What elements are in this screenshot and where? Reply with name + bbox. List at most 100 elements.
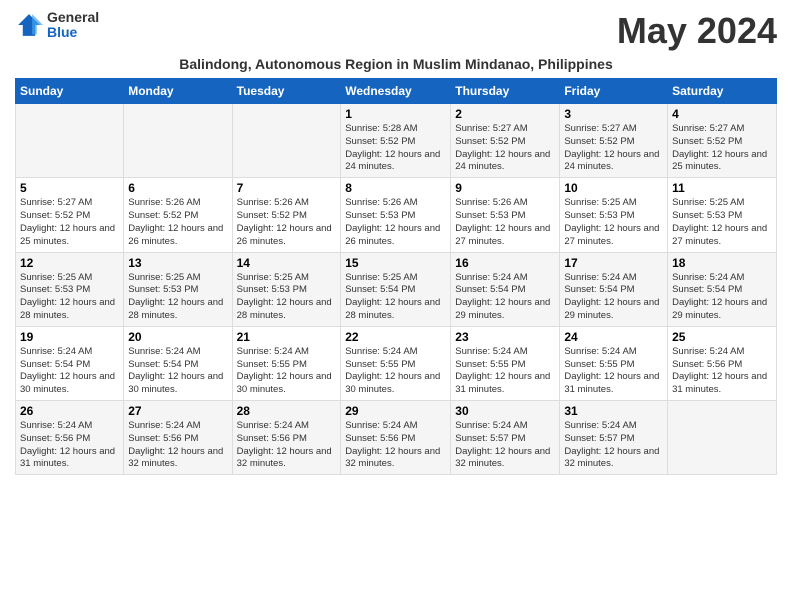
calendar-week-1: 1Sunrise: 5:28 AM Sunset: 5:52 PM Daylig…	[16, 104, 777, 178]
day-info: Sunrise: 5:26 AM Sunset: 5:52 PM Dayligh…	[237, 197, 337, 248]
calendar-week-3: 12 Sunrise: 5:25 AM Sunset: 5:53 PM Dayli…	[16, 252, 777, 326]
day-info: Sunrise: 5:24 AM Sunset: 5:55 PM Dayligh…	[237, 346, 337, 397]
calendar-cell: 28 Sunrise: 5:24 AM Sunset: 5:56 PM Dayli…	[232, 401, 341, 475]
day-number: 1	[345, 107, 446, 121]
calendar-cell	[16, 104, 124, 178]
day-number: 16	[455, 256, 555, 270]
day-info: Sunrise: 5:26 AM Sunset: 5:53 PM Dayligh…	[345, 197, 446, 248]
day-number: 22	[345, 330, 446, 344]
header-friday: Friday	[560, 79, 668, 104]
day-number: 11	[672, 181, 772, 195]
day-info: Sunrise: 5:26 AM Sunset: 5:53 PM Dayligh…	[455, 197, 555, 248]
calendar-cell: 31Sunrise: 5:24 AM Sunset: 5:57 PM Dayli…	[560, 401, 668, 475]
day-number: 2	[455, 107, 555, 121]
page: General Blue May 2024 Balindong, Autonom…	[0, 0, 792, 485]
header-tuesday: Tuesday	[232, 79, 341, 104]
calendar-cell	[124, 104, 232, 178]
calendar-cell: 23 Sunrise: 5:24 AM Sunset: 5:55 PM Dayli…	[451, 326, 560, 400]
header-sunday: Sunday	[16, 79, 124, 104]
day-info: Sunrise: 5:24 AM Sunset: 5:56 PM Dayligh…	[672, 346, 772, 397]
header-row: Sunday Monday Tuesday Wednesday Thursday…	[16, 79, 777, 104]
calendar-cell: 13 Sunrise: 5:25 AM Sunset: 5:53 PM Dayli…	[124, 252, 232, 326]
day-info: Sunrise: 5:24 AM Sunset: 5:56 PM Dayligh…	[20, 420, 119, 471]
day-info: Sunrise: 5:24 AM Sunset: 5:56 PM Dayligh…	[345, 420, 446, 471]
day-number: 13	[128, 256, 227, 270]
day-info: Sunrise: 5:25 AM Sunset: 5:53 PM Dayligh…	[128, 272, 227, 323]
calendar-cell: 7Sunrise: 5:26 AM Sunset: 5:52 PM Daylig…	[232, 178, 341, 252]
calendar-cell: 27 Sunrise: 5:24 AM Sunset: 5:56 PM Dayli…	[124, 401, 232, 475]
day-number: 8	[345, 181, 446, 195]
day-info: Sunrise: 5:24 AM Sunset: 5:57 PM Dayligh…	[564, 420, 663, 471]
day-info: Sunrise: 5:24 AM Sunset: 5:55 PM Dayligh…	[564, 346, 663, 397]
calendar-cell: 4 Sunrise: 5:27 AM Sunset: 5:52 PM Daylig…	[668, 104, 777, 178]
day-info: Sunrise: 5:24 AM Sunset: 5:54 PM Dayligh…	[20, 346, 119, 397]
calendar-cell: 15 Sunrise: 5:25 AM Sunset: 5:54 PM Dayli…	[341, 252, 451, 326]
day-info: Sunrise: 5:24 AM Sunset: 5:55 PM Dayligh…	[345, 346, 446, 397]
day-number: 24	[564, 330, 663, 344]
day-info: Sunrise: 5:27 AM Sunset: 5:52 PM Dayligh…	[20, 197, 119, 248]
day-number: 17	[564, 256, 663, 270]
calendar-cell: 6Sunrise: 5:26 AM Sunset: 5:52 PM Daylig…	[124, 178, 232, 252]
calendar-header: Sunday Monday Tuesday Wednesday Thursday…	[16, 79, 777, 104]
calendar-cell	[232, 104, 341, 178]
day-number: 15	[345, 256, 446, 270]
calendar-cell: 11 Sunrise: 5:25 AM Sunset: 5:53 PM Dayli…	[668, 178, 777, 252]
logo-general-text: General	[47, 10, 99, 25]
logo-icon	[15, 11, 43, 39]
day-number: 21	[237, 330, 337, 344]
day-info: Sunrise: 5:24 AM Sunset: 5:56 PM Dayligh…	[237, 420, 337, 471]
day-info: Sunrise: 5:24 AM Sunset: 5:54 PM Dayligh…	[455, 272, 555, 323]
calendar-cell: 20Sunrise: 5:24 AM Sunset: 5:54 PM Dayli…	[124, 326, 232, 400]
day-number: 4	[672, 107, 772, 121]
day-info: Sunrise: 5:24 AM Sunset: 5:54 PM Dayligh…	[672, 272, 772, 323]
calendar-week-4: 19 Sunrise: 5:24 AM Sunset: 5:54 PM Dayli…	[16, 326, 777, 400]
day-info: Sunrise: 5:25 AM Sunset: 5:53 PM Dayligh…	[20, 272, 119, 323]
day-number: 12	[20, 256, 119, 270]
calendar-cell: 16 Sunrise: 5:24 AM Sunset: 5:54 PM Dayli…	[451, 252, 560, 326]
calendar-cell: 3Sunrise: 5:27 AM Sunset: 5:52 PM Daylig…	[560, 104, 668, 178]
page-title: May 2024	[617, 10, 777, 52]
calendar-week-2: 5Sunrise: 5:27 AM Sunset: 5:52 PM Daylig…	[16, 178, 777, 252]
day-info: Sunrise: 5:25 AM Sunset: 5:53 PM Dayligh…	[672, 197, 772, 248]
calendar-cell: 26 Sunrise: 5:24 AM Sunset: 5:56 PM Dayli…	[16, 401, 124, 475]
calendar-cell: 2Sunrise: 5:27 AM Sunset: 5:52 PM Daylig…	[451, 104, 560, 178]
calendar-cell: 21 Sunrise: 5:24 AM Sunset: 5:55 PM Dayli…	[232, 326, 341, 400]
day-info: Sunrise: 5:27 AM Sunset: 5:52 PM Dayligh…	[564, 123, 663, 174]
day-info: Sunrise: 5:25 AM Sunset: 5:54 PM Dayligh…	[345, 272, 446, 323]
day-info: Sunrise: 5:24 AM Sunset: 5:57 PM Dayligh…	[455, 420, 555, 471]
day-info: Sunrise: 5:24 AM Sunset: 5:56 PM Dayligh…	[128, 420, 227, 471]
day-number: 9	[455, 181, 555, 195]
logo-blue-text: Blue	[47, 25, 99, 40]
header-wednesday: Wednesday	[341, 79, 451, 104]
day-info: Sunrise: 5:24 AM Sunset: 5:54 PM Dayligh…	[128, 346, 227, 397]
day-info: Sunrise: 5:24 AM Sunset: 5:54 PM Dayligh…	[564, 272, 663, 323]
calendar-cell: 10 Sunrise: 5:25 AM Sunset: 5:53 PM Dayli…	[560, 178, 668, 252]
calendar-cell: 29 Sunrise: 5:24 AM Sunset: 5:56 PM Dayli…	[341, 401, 451, 475]
calendar-cell: 25Sunrise: 5:24 AM Sunset: 5:56 PM Dayli…	[668, 326, 777, 400]
header-thursday: Thursday	[451, 79, 560, 104]
calendar-cell: 14Sunrise: 5:25 AM Sunset: 5:53 PM Dayli…	[232, 252, 341, 326]
day-number: 28	[237, 404, 337, 418]
day-info: Sunrise: 5:24 AM Sunset: 5:55 PM Dayligh…	[455, 346, 555, 397]
day-number: 26	[20, 404, 119, 418]
calendar-table: Sunday Monday Tuesday Wednesday Thursday…	[15, 78, 777, 475]
day-info: Sunrise: 5:25 AM Sunset: 5:53 PM Dayligh…	[564, 197, 663, 248]
day-number: 23	[455, 330, 555, 344]
header-monday: Monday	[124, 79, 232, 104]
calendar-cell: 8 Sunrise: 5:26 AM Sunset: 5:53 PM Daylig…	[341, 178, 451, 252]
calendar-week-5: 26 Sunrise: 5:24 AM Sunset: 5:56 PM Dayli…	[16, 401, 777, 475]
logo-text: General Blue	[47, 10, 99, 41]
day-info: Sunrise: 5:27 AM Sunset: 5:52 PM Dayligh…	[672, 123, 772, 174]
day-number: 29	[345, 404, 446, 418]
day-number: 19	[20, 330, 119, 344]
calendar-cell: 24 Sunrise: 5:24 AM Sunset: 5:55 PM Dayli…	[560, 326, 668, 400]
calendar-cell: 30Sunrise: 5:24 AM Sunset: 5:57 PM Dayli…	[451, 401, 560, 475]
day-number: 10	[564, 181, 663, 195]
calendar-body: 1Sunrise: 5:28 AM Sunset: 5:52 PM Daylig…	[16, 104, 777, 475]
calendar-cell: 18Sunrise: 5:24 AM Sunset: 5:54 PM Dayli…	[668, 252, 777, 326]
header: General Blue May 2024	[15, 10, 777, 52]
day-info: Sunrise: 5:26 AM Sunset: 5:52 PM Dayligh…	[128, 197, 227, 248]
day-info: Sunrise: 5:25 AM Sunset: 5:53 PM Dayligh…	[237, 272, 337, 323]
calendar-cell: 17 Sunrise: 5:24 AM Sunset: 5:54 PM Dayli…	[560, 252, 668, 326]
day-number: 27	[128, 404, 227, 418]
